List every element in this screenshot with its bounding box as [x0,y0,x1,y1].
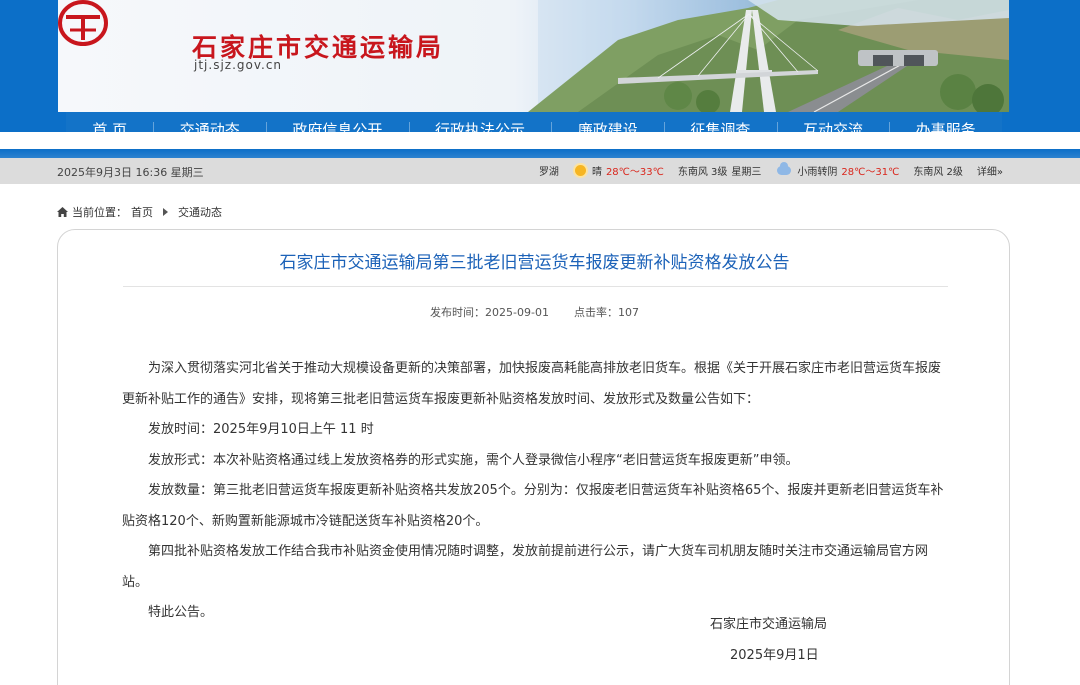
weather-tomorrow-wind: 东南风 2级 [913,167,963,178]
article-paragraph: 发放形式：本次补贴资格通过线上发放资格券的形式实施，需个人登录微信小程序“老旧营… [148,452,799,468]
article-body: 为深入贯彻落实河北省关于推动大规模设备更新的决策部署，加快报废高耗能高排放老旧货… [122,354,952,629]
weather-today-desc: 晴 [591,167,602,178]
article-paragraph: 发放时间：2025年9月10日上午 11 时 [148,422,374,437]
nav-item-gov-info[interactable]: 政府信息公开 [266,112,409,132]
click-count: 107 [617,306,639,319]
article-paragraph: 发放数量：第三批老旧营运货车报废更新补贴资格共发放205个。分别为：仅报废老旧营… [122,483,944,529]
home-icon [57,207,68,217]
weather-tomorrow-day: 星期三 [731,167,762,178]
logo-icon [58,0,108,46]
nav-item-home[interactable]: 首 页 [66,112,153,132]
article-paragraph: 特此公告。 [148,605,214,620]
breadcrumb-separator-icon [163,208,168,216]
site-url: jtj.sjz.gov.cn [194,58,283,72]
article-card: 石家庄市交通运输局第三批老旧营运货车报废更新补贴资格发放公告 发布时间：2025… [57,229,1010,685]
breadcrumb-home[interactable]: 首页 [131,204,153,220]
nav-item-integrity[interactable]: 廉政建设 [551,112,664,132]
sun-icon [574,165,586,176]
cloud-rain-icon [777,162,792,175]
main-nav: 首 页 交通动态 政府信息公开 行政执法公示 廉政建设 征集调查 互动交流 办事… [66,112,1002,132]
weather-location: 罗湖 [538,167,559,178]
nav-item-traffic-news[interactable]: 交通动态 [153,112,266,132]
nav-item-interaction[interactable]: 互动交流 [776,112,890,132]
article-meta: 发布时间：2025-09-01 点击率：107 [58,304,1011,320]
weather-today-temp: 28℃～33℃ [605,167,664,178]
article-paragraph: 为深入贯彻落实河北省关于推动大规模设备更新的决策部署，加快报废高耗能高排放老旧货… [122,361,942,407]
clicks-label: 点击率： [573,306,618,319]
publish-date: 2025-09-01 [485,306,549,319]
weather-tomorrow-temp: 28℃～31℃ [841,167,900,178]
info-bar: 2025年9月3日 16:36 星期三 罗湖 晴 28℃～33℃ 东南风 3级 … [0,158,1080,184]
article-title: 石家庄市交通运输局第三批老旧营运货车报废更新补贴资格发放公告 [279,253,790,273]
article-paragraph: 第四批补贴资格发放工作结合我市补贴资金使用情况随时调整，发放前提前进行公示，请广… [122,544,929,590]
weather-today-wind: 东南风 3级 [677,167,728,178]
breadcrumb-prefix: 当前位置： [72,206,127,219]
nav-item-law-enforcement[interactable]: 行政执法公示 [408,112,552,132]
weather-more-link[interactable]: 详细» [977,163,1003,178]
publish-label: 发布时间： [430,306,486,319]
current-datetime: 2025年9月3日 16:36 星期三 [57,166,204,179]
weather-widget: 罗湖 晴 28℃～33℃ 东南风 3级 星期三 小雨转阴 28℃～31℃ 东南风… [538,162,1003,178]
signature-date: 2025年9月1日 [730,648,819,663]
nav-item-services[interactable]: 办事服务 [889,112,1002,132]
site-header: 石家庄市交通运输局 jtj.sjz.gov.cn 首 页 交通动态 政府信息公开… [0,0,1080,132]
weather-tomorrow-desc: 小雨转阴 [797,167,838,178]
nav-item-survey[interactable]: 征集调查 [664,112,777,132]
header-banner: 石家庄市交通运输局 jtj.sjz.gov.cn [58,0,1009,112]
nav-underbar [0,149,1080,158]
title-divider [123,286,948,287]
signature-org: 石家庄市交通运输局 [710,617,828,632]
breadcrumb: 当前位置： 首页 交通动态 [57,204,222,220]
breadcrumb-traffic-news[interactable]: 交通动态 [178,204,222,220]
